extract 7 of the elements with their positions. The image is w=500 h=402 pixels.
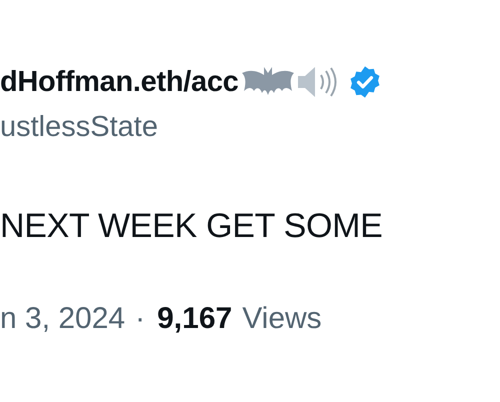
views-label: Views [242,302,322,336]
user-handle: ustlessState [0,110,159,144]
views-count: 9,167 [157,302,232,336]
display-name: dHoffman.eth/acc [0,66,239,98]
post-date: n 3, 2024 [0,302,126,336]
post-text: NEXT WEEK GET SOME [0,206,384,246]
separator-dot: · [135,302,146,336]
